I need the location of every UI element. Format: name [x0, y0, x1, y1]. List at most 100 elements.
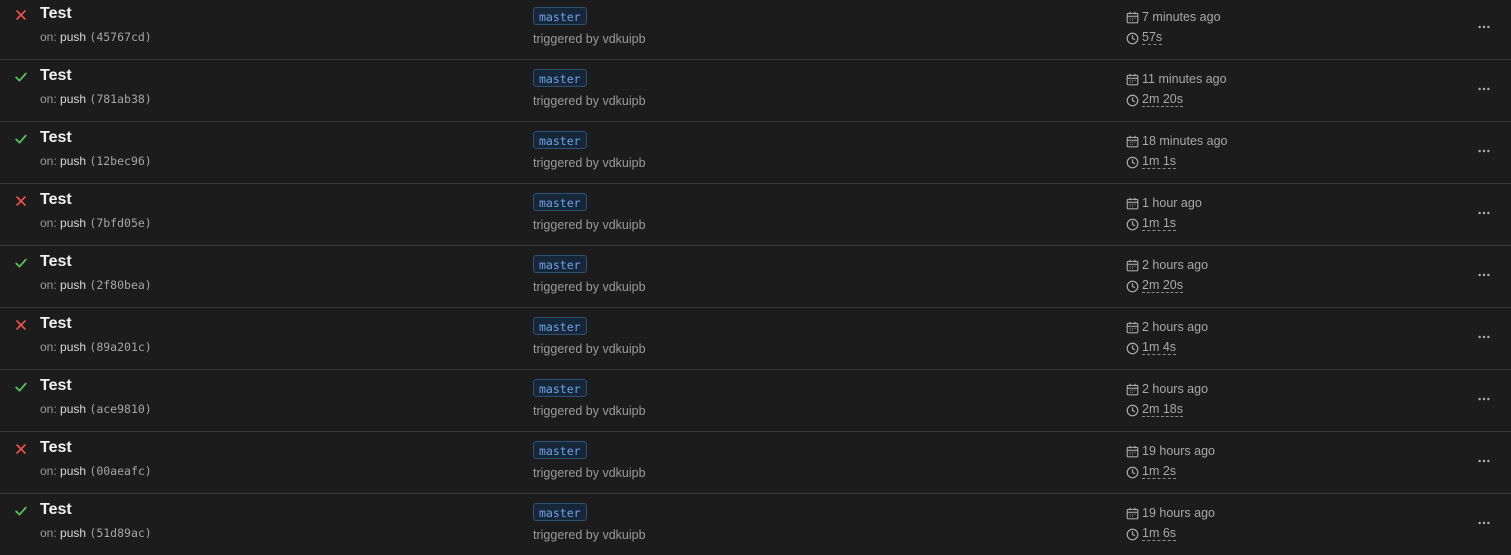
commit-sha[interactable]: (781ab38): [89, 92, 151, 106]
triggered-by: triggered by vdkuipb: [533, 528, 646, 542]
run-timestamp: 2 hours ago: [1126, 381, 1208, 397]
commit-sha[interactable]: (12bec96): [89, 154, 151, 168]
run-trigger-info: on: push (7bfd05e): [40, 215, 152, 231]
check-icon: [14, 132, 28, 146]
branch-badge[interactable]: master: [533, 193, 587, 211]
run-duration-value: 1m 2s: [1142, 464, 1177, 479]
more-options-button[interactable]: [1470, 450, 1498, 472]
branch-badge[interactable]: master: [533, 441, 587, 459]
clock-icon: [1126, 466, 1139, 479]
more-options-button[interactable]: [1470, 264, 1498, 286]
more-options-button[interactable]: [1470, 78, 1498, 100]
on-label: on:: [40, 526, 57, 540]
clock-icon: [1126, 528, 1139, 541]
run-duration-value: 2m 20s: [1142, 92, 1183, 107]
commit-sha[interactable]: (89a201c): [89, 340, 151, 354]
run-title[interactable]: Test: [40, 314, 72, 334]
workflow-run-row[interactable]: Test on: push (781ab38) master triggered…: [0, 60, 1511, 122]
run-title[interactable]: Test: [40, 500, 72, 520]
run-timestamp: 18 minutes ago: [1126, 133, 1227, 149]
check-icon: [14, 504, 28, 518]
calendar-icon: [1126, 135, 1139, 148]
run-duration: 2m 20s: [1126, 279, 1183, 293]
more-options-button[interactable]: [1470, 512, 1498, 534]
workflow-run-row[interactable]: Test on: push (2f80bea) master triggered…: [0, 246, 1511, 308]
calendar-icon: [1126, 197, 1139, 210]
commit-sha[interactable]: (00aeafc): [89, 464, 151, 478]
triggered-by: triggered by vdkuipb: [533, 32, 646, 46]
run-duration: 1m 6s: [1126, 526, 1177, 541]
run-title[interactable]: Test: [40, 190, 72, 210]
x-icon: [14, 8, 28, 22]
run-event: push: [60, 402, 87, 416]
calendar-icon: [1126, 73, 1139, 86]
kebab-horizontal-icon: [1477, 516, 1491, 530]
calendar-icon: [1126, 321, 1139, 334]
kebab-horizontal-icon: [1477, 206, 1491, 220]
more-options-button[interactable]: [1470, 140, 1498, 162]
commit-sha[interactable]: (2f80bea): [89, 278, 151, 292]
run-time-ago: 2 hours ago: [1142, 258, 1209, 272]
run-event: push: [60, 30, 87, 44]
branch-badge[interactable]: master: [533, 255, 587, 273]
triggered-by: triggered by vdkuipb: [533, 218, 646, 232]
run-trigger-info: on: push (45767cd): [40, 29, 152, 45]
kebab-horizontal-icon: [1477, 392, 1491, 406]
workflow-run-row[interactable]: Test on: push (ace9810) master triggered…: [0, 370, 1511, 432]
run-duration-value: 1m 6s: [1142, 526, 1177, 541]
clock-icon: [1126, 280, 1139, 293]
calendar-icon: [1126, 507, 1139, 520]
calendar-icon: [1126, 11, 1139, 24]
branch-badge[interactable]: master: [533, 503, 587, 521]
clock-icon: [1126, 218, 1139, 231]
workflow-run-row[interactable]: Test on: push (12bec96) master triggered…: [0, 122, 1511, 184]
run-title[interactable]: Test: [40, 66, 72, 86]
kebab-horizontal-icon: [1477, 20, 1491, 34]
clock-icon: [1126, 32, 1139, 45]
run-title[interactable]: Test: [40, 4, 72, 24]
more-options-button[interactable]: [1470, 326, 1498, 348]
calendar-icon: [1126, 259, 1139, 272]
run-trigger-info: on: push (51d89ac): [40, 525, 152, 541]
run-trigger-info: on: push (89a201c): [40, 339, 152, 355]
run-trigger-info: on: push (781ab38): [40, 91, 152, 107]
kebab-horizontal-icon: [1477, 144, 1491, 158]
commit-sha[interactable]: (45767cd): [89, 30, 151, 44]
triggered-by: triggered by vdkuipb: [533, 404, 646, 418]
branch-badge[interactable]: master: [533, 7, 587, 25]
more-options-button[interactable]: [1470, 388, 1498, 410]
on-label: on:: [40, 340, 57, 354]
workflow-run-row[interactable]: Test on: push (89a201c) master triggered…: [0, 308, 1511, 370]
triggered-by: triggered by vdkuipb: [533, 280, 646, 294]
run-timestamp: 7 minutes ago: [1126, 9, 1221, 25]
workflow-run-row[interactable]: Test on: push (00aeafc) master triggered…: [0, 432, 1511, 494]
run-event: push: [60, 464, 87, 478]
run-title[interactable]: Test: [40, 438, 72, 458]
workflow-run-row[interactable]: Test on: push (51d89ac) master triggered…: [0, 494, 1511, 555]
run-title[interactable]: Test: [40, 128, 72, 148]
workflow-run-row[interactable]: Test on: push (7bfd05e) master triggered…: [0, 184, 1511, 246]
check-icon: [14, 70, 28, 84]
more-options-button[interactable]: [1470, 16, 1498, 38]
branch-badge[interactable]: master: [533, 317, 587, 335]
run-duration: 1m 4s: [1126, 341, 1177, 355]
kebab-horizontal-icon: [1477, 454, 1491, 468]
run-title[interactable]: Test: [40, 252, 72, 272]
commit-sha[interactable]: (51d89ac): [89, 526, 151, 540]
triggered-by: triggered by vdkuipb: [533, 342, 646, 356]
triggered-by: triggered by vdkuipb: [533, 466, 646, 480]
commit-sha[interactable]: (ace9810): [89, 402, 151, 416]
branch-badge[interactable]: master: [533, 131, 587, 149]
run-title[interactable]: Test: [40, 376, 72, 396]
workflow-run-row[interactable]: Test on: push (45767cd) master triggered…: [0, 0, 1511, 60]
branch-badge[interactable]: master: [533, 379, 587, 397]
run-timestamp: 19 hours ago: [1126, 443, 1215, 459]
kebab-horizontal-icon: [1477, 268, 1491, 282]
commit-sha[interactable]: (7bfd05e): [89, 216, 151, 230]
branch-badge[interactable]: master: [533, 69, 587, 87]
run-event: push: [60, 216, 87, 230]
run-duration: 57s: [1126, 31, 1163, 45]
on-label: on:: [40, 402, 57, 416]
more-options-button[interactable]: [1470, 202, 1498, 224]
run-event: push: [60, 340, 87, 354]
